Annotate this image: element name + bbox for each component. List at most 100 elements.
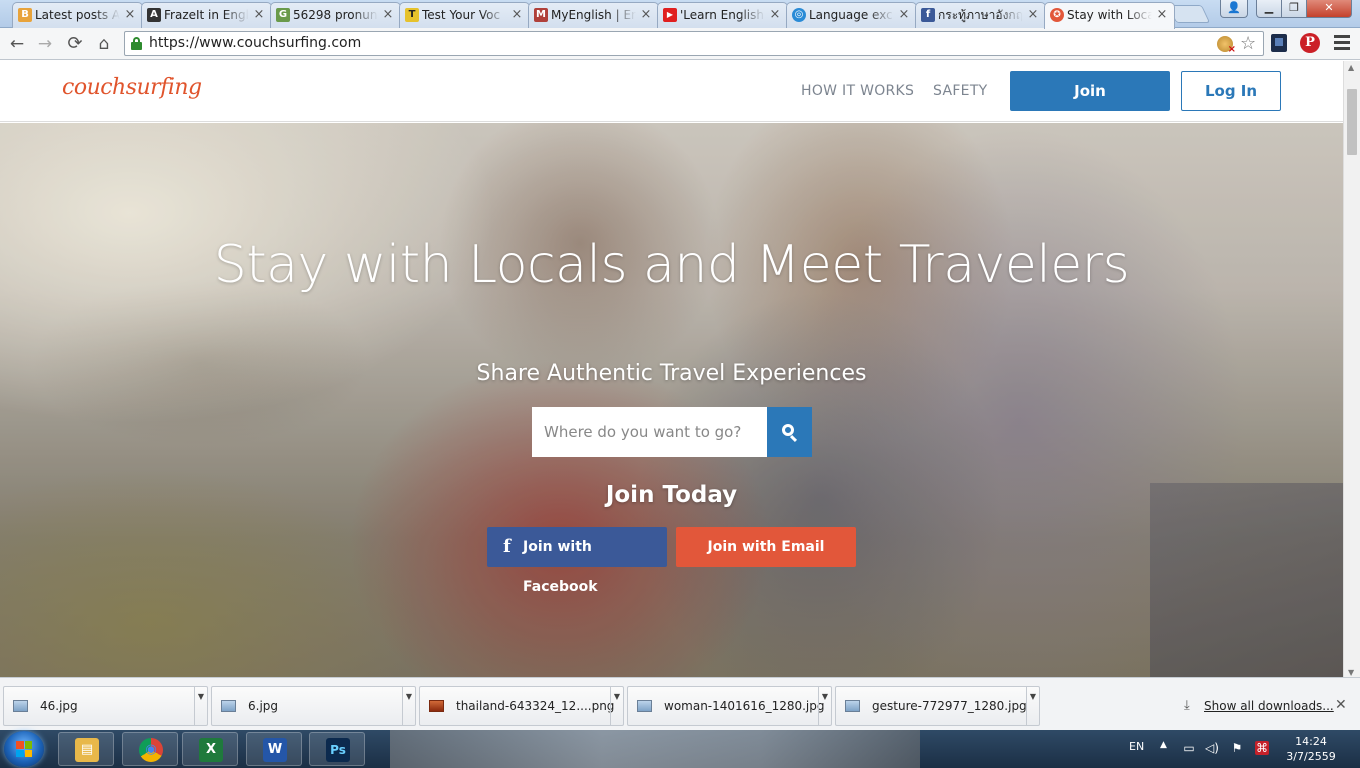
start-button[interactable]: [4, 731, 44, 767]
network-icon[interactable]: ▭: [1182, 741, 1196, 755]
tab-favicon-icon: ✪: [1050, 8, 1064, 22]
tab-learn-english-youtube[interactable]: ▶ 'Learn English ×: [657, 2, 788, 28]
tab-close-icon[interactable]: ×: [381, 8, 395, 22]
destination-search-input[interactable]: [532, 407, 768, 457]
maximize-button[interactable]: ❐: [1281, 0, 1307, 18]
download-filename: 46.jpg: [40, 699, 78, 713]
windows-taskbar: ▤ ◉ X W Ps EN ▲ ▭ ◁) ⚑ ⌘ 14:24 3/7/2559: [0, 730, 1360, 768]
language-indicator[interactable]: EN: [1129, 740, 1144, 753]
tab-close-icon[interactable]: ×: [639, 8, 653, 22]
tab-title: 56298 pronun: [293, 8, 378, 22]
address-bar[interactable]: https://www.couchsurfing.com × ☆: [124, 31, 1264, 56]
tab-close-icon[interactable]: ×: [1155, 8, 1169, 22]
taskbar-excel[interactable]: X: [182, 732, 238, 766]
taskbar-background-peek: [390, 730, 920, 768]
page-scrollbar[interactable]: ▲ ▼: [1343, 61, 1360, 677]
couchsurfing-logo[interactable]: couchsurfing: [62, 75, 202, 100]
forward-button[interactable]: →: [33, 32, 57, 56]
download-item[interactable]: 46.jpg ▼: [3, 686, 208, 726]
close-icon[interactable]: ✕: [1335, 697, 1347, 713]
taskbar-chrome[interactable]: ◉: [122, 732, 178, 766]
reload-button[interactable]: ⟳: [63, 32, 87, 56]
cookie-extension-icon[interactable]: ×: [1217, 36, 1236, 55]
folder-icon: ▤: [75, 738, 99, 762]
download-item[interactable]: gesture-772977_1280.jpg ▼: [835, 686, 1040, 726]
nav-safety[interactable]: SAFETY: [933, 83, 988, 99]
show-hidden-icons-icon[interactable]: ▲: [1160, 740, 1167, 750]
scroll-down-icon[interactable]: ▼: [1348, 668, 1354, 677]
volume-icon[interactable]: ◁): [1205, 741, 1219, 755]
facebook-button-label: Join with Facebook: [523, 539, 598, 595]
scrollbar-thumb[interactable]: [1347, 89, 1357, 155]
tab-close-icon[interactable]: ×: [1026, 8, 1040, 22]
nav-how-it-works[interactable]: HOW IT WORKS: [801, 83, 914, 99]
minimize-button[interactable]: ▁: [1256, 0, 1282, 18]
tab-facebook-thai[interactable]: f กระทู้ภาษาอังกฤ ×: [915, 2, 1046, 28]
tab-close-icon[interactable]: ×: [123, 8, 137, 22]
hero-subtitle: Share Authentic Travel Experiences: [476, 361, 867, 386]
tab-myenglish[interactable]: M MyEnglish | En ×: [528, 2, 659, 28]
download-filename: gesture-772977_1280.jpg: [872, 699, 1027, 713]
join-today-heading: Join Today: [605, 482, 738, 508]
photoshop-file-icon: [429, 700, 444, 712]
chevron-down-icon[interactable]: ▼: [402, 687, 415, 725]
chevron-down-icon[interactable]: ▼: [194, 687, 207, 725]
clock-date: 3/7/2559: [1286, 750, 1336, 763]
tab-frazeit[interactable]: A FrazeIt in Engl ×: [141, 2, 272, 28]
hero-background-photo: [0, 123, 1343, 677]
tab-favicon-icon: ◎: [792, 8, 806, 22]
site-header: couchsurfing HOW IT WORKS SAFETY Join Lo…: [0, 61, 1343, 122]
login-button[interactable]: Log In: [1181, 71, 1281, 111]
download-filename: thailand-643324_12....png: [456, 699, 615, 713]
taskbar-explorer[interactable]: ▤: [58, 732, 114, 766]
download-filename: woman-1401616_1280.jpg: [664, 699, 825, 713]
tab-close-icon[interactable]: ×: [768, 8, 782, 22]
show-all-downloads-link[interactable]: Show all downloads...: [1184, 699, 1334, 713]
download-item[interactable]: thailand-643324_12....png ▼: [419, 686, 624, 726]
action-center-flag-icon[interactable]: ⚑: [1230, 741, 1244, 755]
tab-close-icon[interactable]: ×: [252, 8, 266, 22]
tab-test-vocabulary[interactable]: T Test Your Voc ×: [399, 2, 530, 28]
chevron-down-icon[interactable]: ▼: [818, 687, 831, 725]
image-file-icon: [845, 700, 860, 712]
clock-time: 14:24: [1295, 735, 1327, 748]
search-button[interactable]: [767, 407, 812, 457]
join-with-facebook-button[interactable]: f Join with Facebook: [487, 527, 667, 595]
url-text[interactable]: https://www.couchsurfing.com: [149, 32, 361, 55]
tab-title: กระทู้ภาษาอังกฤ: [938, 8, 1023, 22]
tab-latest-posts[interactable]: B Latest posts A ×: [12, 2, 143, 28]
extension-icon[interactable]: [1271, 34, 1287, 52]
download-item[interactable]: 6.jpg ▼: [211, 686, 416, 726]
join-button[interactable]: Join: [1010, 71, 1170, 111]
user-profile-icon[interactable]: 👤: [1220, 0, 1248, 18]
join-with-email-button[interactable]: Join with Email: [676, 527, 856, 567]
star-icon[interactable]: ☆: [1240, 32, 1256, 55]
tab-close-icon[interactable]: ×: [897, 8, 911, 22]
tab-title: 'Learn English: [680, 8, 764, 22]
taskbar-word[interactable]: W: [246, 732, 302, 766]
tab-pronunciation[interactable]: G 56298 pronun ×: [270, 2, 401, 28]
pinterest-icon[interactable]: P: [1300, 33, 1320, 53]
antivirus-icon[interactable]: ⌘: [1255, 741, 1269, 755]
lock-icon: [131, 37, 142, 50]
chevron-down-icon[interactable]: ▼: [610, 687, 623, 725]
tab-favicon-icon: ▶: [663, 8, 677, 22]
chevron-down-icon[interactable]: ▼: [1026, 687, 1039, 725]
tab-favicon-icon: M: [534, 8, 548, 22]
close-window-button[interactable]: ✕: [1306, 0, 1352, 18]
tab-couchsurfing[interactable]: ✪ Stay with Loca ×: [1044, 2, 1175, 29]
tab-favicon-icon: B: [18, 8, 32, 22]
tab-close-icon[interactable]: ×: [510, 8, 524, 22]
scroll-up-icon[interactable]: ▲: [1348, 63, 1354, 72]
back-button[interactable]: ←: [5, 32, 29, 56]
download-filename: 6.jpg: [248, 699, 279, 713]
browser-toolbar: ← → ⟳ ⌂ https://www.couchsurfing.com × ☆…: [0, 28, 1360, 60]
taskbar-photoshop[interactable]: Ps: [309, 732, 365, 766]
tab-title: FrazeIt in Engl: [164, 8, 249, 22]
download-item[interactable]: woman-1401616_1280.jpg ▼: [627, 686, 832, 726]
system-clock[interactable]: 14:24 3/7/2559: [1286, 734, 1336, 764]
image-file-icon: [637, 700, 652, 712]
menu-icon[interactable]: [1334, 35, 1350, 51]
home-button[interactable]: ⌂: [92, 32, 116, 56]
tab-language-exchange[interactable]: ◎ Language exc ×: [786, 2, 917, 28]
